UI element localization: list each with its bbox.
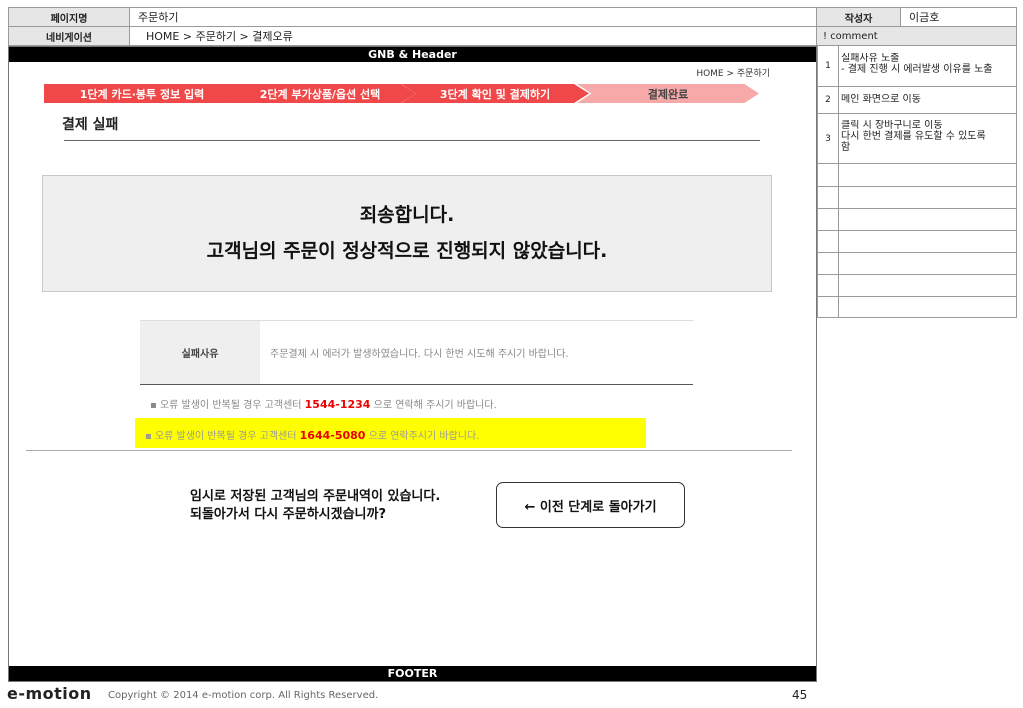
author-value: 이금호: [900, 7, 1017, 27]
comment-text: 클릭 시 장바구니로 이동 다시 한번 결제를 유도할 수 있도록 함: [841, 120, 986, 153]
comment-row: [817, 164, 1017, 187]
contact-note-1-post: 으로 연락해 주시기 바랍니다.: [370, 400, 497, 411]
comment-number: [818, 231, 839, 252]
comment-number: 3: [818, 114, 839, 163]
comment-number: [818, 164, 839, 186]
reason-text: 주문결제 시 에러가 발생하였습니다. 다시 한번 시도해 주시기 바랍니다.: [270, 349, 569, 360]
gnb-header-bar: GNB & Header: [9, 47, 816, 62]
contact-note-1-pre: ▪ 오류 발생이 반복될 경우 고객센터: [150, 400, 305, 411]
comment-row: [817, 297, 1017, 318]
failure-message-box: [42, 175, 772, 292]
copyright-text: Copyright © 2014 e-motion corp. All Righ…: [108, 690, 379, 701]
comment-header: ! comment: [816, 26, 1017, 46]
contact-phone-2: 1644-5080: [299, 429, 366, 442]
author-label: 작성자: [816, 7, 901, 27]
contact-note-2-post: 으로 연락주시기 바랍니다.: [365, 431, 480, 442]
comment-number: [818, 275, 839, 296]
comment-number: [818, 187, 839, 208]
comment-number: 1: [818, 46, 839, 86]
title-divider: [64, 140, 760, 141]
comment-text: 실패사유 노출 - 결제 진행 시 에러발생 이유를 노출: [841, 53, 993, 75]
reason-table-bottom-border: [140, 384, 693, 385]
contact-note-2-pre: ▪ 오류 발생이 반복될 경우 고객센터: [145, 431, 300, 442]
step-4: 결제완료: [577, 84, 759, 103]
comment-row: [817, 209, 1017, 231]
comment-number: [818, 253, 839, 274]
apology-text: 죄송합니다.: [359, 204, 455, 226]
contact-note-2: ▪ 오류 발생이 반복될 경우 고객센터 1644-5080 으로 연락주시기 …: [145, 427, 479, 442]
comment-row: 2 메인 화면으로 이동: [817, 87, 1017, 114]
comment-row: [817, 275, 1017, 297]
back-to-previous-step-button[interactable]: ← 이전 단계로 돌아가기: [496, 482, 685, 528]
page-title: 결제 실패: [62, 117, 119, 133]
page-number: 45: [792, 688, 808, 702]
section-divider: [26, 450, 792, 451]
comment-row: 1 실패사유 노출 - 결제 진행 시 에러발생 이유를 노출: [817, 46, 1017, 87]
footer-bar: FOOTER: [9, 666, 816, 681]
comment-row: [817, 231, 1017, 253]
failure-message-text: 고객님의 주문이 정상적으로 진행되지 않았습니다.: [206, 240, 608, 262]
step-4-label: 결제완료: [647, 87, 689, 101]
comment-row: 3 클릭 시 장바구니로 이동 다시 한번 결제를 유도할 수 있도록 함: [817, 114, 1017, 164]
comment-row: [817, 187, 1017, 209]
comment-number: 2: [818, 87, 839, 113]
step-1-label: 1단계 카드·봉투 정보 입력: [79, 87, 205, 101]
nav-label: 네비게이션: [8, 26, 130, 46]
saved-order-text-2: 되돌아가서 다시 주문하시겠습니까?: [190, 507, 386, 522]
step-2-label: 2단계 부가상품/옵션 선택: [259, 87, 381, 101]
nav-path-value: HOME > 주문하기 > 결제오류: [129, 26, 817, 46]
step-2: 2단계 부가상품/옵션 선택: [224, 84, 416, 103]
contact-phone-1: 1544-1234: [304, 398, 371, 411]
step-1: 1단계 카드·봉투 정보 입력: [44, 84, 240, 103]
contact-note-1: ▪ 오류 발생이 반복될 경우 고객센터 1544-1234 으로 연락해 주시…: [150, 396, 497, 411]
step-3: 3단계 확인 및 결제하기: [401, 84, 589, 103]
comment-number: [818, 209, 839, 230]
step-3-label: 3단계 확인 및 결제하기: [439, 87, 551, 101]
reason-label: 실패사유: [140, 321, 260, 384]
comment-row: [817, 253, 1017, 275]
page-name-label: 페이지명: [8, 7, 130, 27]
emotion-logo: e-motion: [7, 684, 92, 703]
comment-text: 메인 화면으로 이동: [841, 94, 921, 105]
saved-order-text-1: 임시로 저장된 고객님의 주문내역이 있습니다.: [190, 489, 441, 504]
comment-number: [818, 297, 839, 317]
page-name-value: 주문하기: [129, 7, 817, 27]
breadcrumb[interactable]: HOME > 주문하기: [660, 66, 770, 79]
